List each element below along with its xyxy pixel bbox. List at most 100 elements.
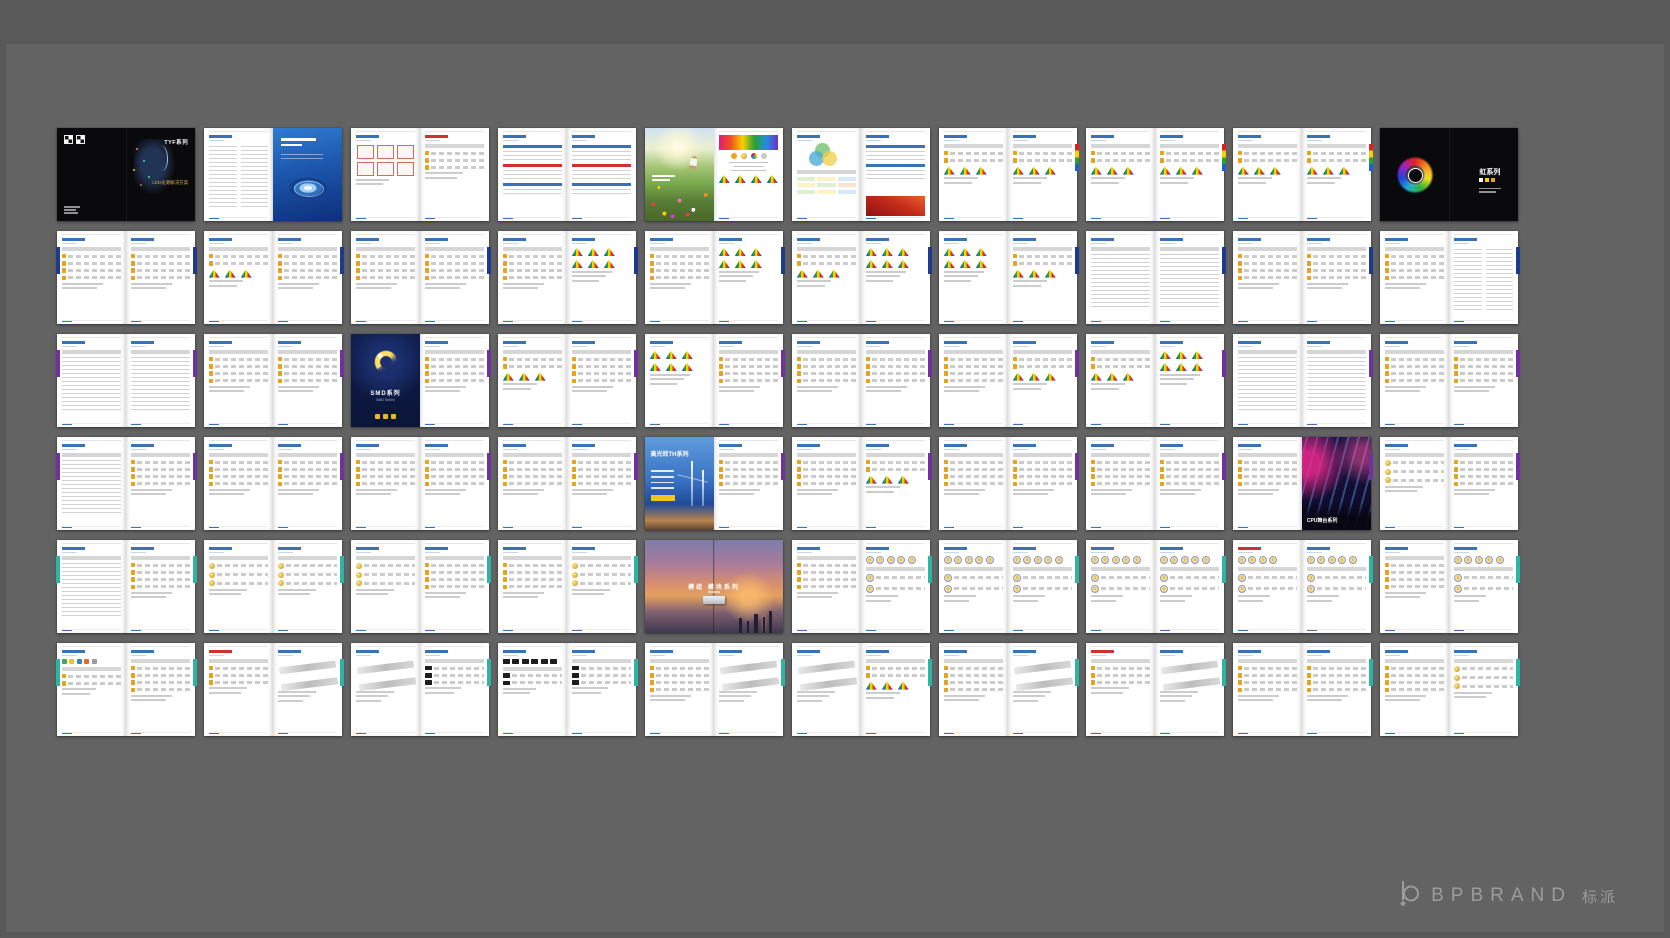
- text-line: [1454, 696, 1486, 698]
- text-line: [1238, 283, 1279, 285]
- table-header-bar: [1160, 453, 1219, 457]
- table-cells: [725, 372, 778, 375]
- table-row: [1238, 467, 1297, 472]
- page-left: [1380, 540, 1449, 633]
- page-title-bar: [131, 238, 154, 241]
- table-row: [1091, 151, 1150, 156]
- product-swatch-icon: [944, 688, 949, 693]
- color-cell: [797, 177, 815, 181]
- page-number-mark: [209, 321, 219, 323]
- section-color-tab: [56, 247, 60, 274]
- table-cells: [803, 475, 856, 478]
- text-line: [209, 190, 237, 192]
- page-right: [1155, 334, 1224, 427]
- spectrum-curve-chart: [797, 270, 808, 278]
- page-header-rule: [1238, 543, 1297, 544]
- page-number-mark: [797, 218, 807, 220]
- table-row: [1385, 563, 1444, 568]
- spread-r2c3: [351, 231, 489, 324]
- table-row: [1091, 666, 1150, 671]
- text-line: [1091, 258, 1150, 260]
- table-row: [503, 474, 562, 479]
- table-cells: [1097, 482, 1150, 485]
- text-line: [278, 589, 316, 591]
- product-swatch-icon: [1238, 158, 1243, 163]
- page-header-rule: [1160, 646, 1219, 647]
- page-subtitle-bar: [503, 655, 518, 657]
- table-row: [356, 276, 415, 281]
- page-header-rule: [944, 234, 1003, 235]
- brand-logo: BPBRAND 标派: [1399, 880, 1618, 912]
- page-title-bar: [1160, 444, 1183, 447]
- text-line: [1385, 695, 1426, 697]
- page-title-bar: [719, 444, 742, 447]
- table-header-bar: [1091, 247, 1150, 251]
- table-cells: [431, 482, 484, 485]
- table-header-bar: [1454, 453, 1513, 457]
- text-line: [1013, 388, 1041, 390]
- text-line: [209, 146, 237, 148]
- spectrum-curve-chart: [719, 248, 730, 256]
- product-swatch-icon: [1385, 261, 1390, 266]
- cob-led-icon: [1013, 574, 1021, 582]
- page-title-bar: [572, 135, 595, 138]
- table-cells: [215, 358, 268, 361]
- text-line: [1238, 405, 1297, 407]
- text-line: [719, 493, 754, 495]
- text-line: [944, 390, 979, 392]
- table-row: [131, 460, 190, 465]
- product-swatch-icon: [1385, 268, 1390, 273]
- product-swatch-icon: [131, 570, 136, 575]
- table-row: [1454, 666, 1513, 672]
- table-cells: [286, 564, 337, 567]
- section-color-tab: [56, 556, 60, 583]
- table-row: [425, 268, 484, 273]
- page-subtitle-bar: [572, 449, 587, 451]
- page-right: [1302, 540, 1371, 633]
- page-left: [57, 437, 126, 530]
- page-number-mark: [1091, 630, 1101, 632]
- product-swatch-icon: [131, 577, 136, 582]
- section-color-tab: [56, 453, 60, 480]
- product-swatch-icon: [425, 563, 430, 568]
- table-row: [1013, 151, 1072, 156]
- table-cells: [434, 667, 484, 670]
- spectrum-chart-row: [719, 248, 778, 256]
- table-row: [1091, 680, 1150, 685]
- spectrum-curve-chart: [604, 248, 615, 256]
- table-row: [1385, 254, 1444, 259]
- text-line: [131, 287, 166, 289]
- product-swatch-icon: [356, 460, 361, 465]
- text-line: [1238, 373, 1297, 375]
- text-line: [356, 489, 397, 491]
- table-row: [503, 261, 562, 266]
- text-line: [1160, 270, 1219, 272]
- page-subtitle-bar: [62, 243, 77, 245]
- page-subtitle-bar: [866, 243, 881, 245]
- table-header-bar: [944, 659, 1003, 663]
- product-swatch-icon: [1385, 666, 1390, 671]
- page-title-bar: [1091, 650, 1114, 653]
- text-line: [944, 695, 985, 697]
- page-number-mark: [1013, 527, 1023, 529]
- table-header-bar: [1160, 567, 1219, 571]
- page-right: [420, 643, 489, 736]
- page-subtitle-bar: [797, 449, 812, 451]
- table-cells: [872, 674, 925, 677]
- page-subtitle-bar: [131, 655, 146, 657]
- table-header-bar: [503, 145, 562, 148]
- page-header-rule: [425, 543, 484, 544]
- table-row: [1454, 371, 1513, 376]
- product-swatch-icon: [797, 474, 802, 479]
- page-title-bar: [572, 547, 595, 550]
- table-row: [650, 666, 709, 671]
- table-cells: [1019, 262, 1072, 265]
- table-cells: [1391, 578, 1444, 581]
- medal-icon: [209, 572, 215, 578]
- table-header-bar: [278, 350, 337, 354]
- page-header-rule: [1454, 646, 1513, 647]
- page-subtitle-bar: [278, 552, 293, 554]
- page-right: [1155, 540, 1224, 633]
- spread-r5c3: [351, 540, 489, 633]
- table-row: [209, 364, 268, 369]
